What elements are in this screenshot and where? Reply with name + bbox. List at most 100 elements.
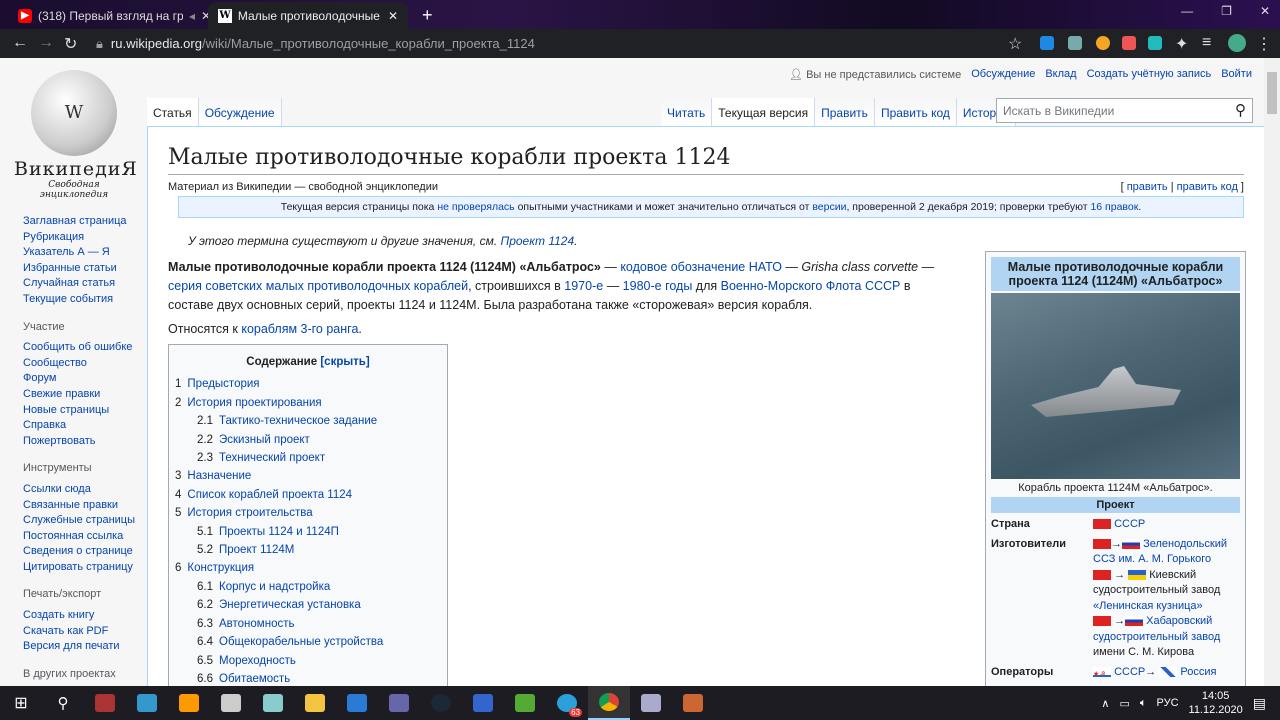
link[interactable]: серия советских малых противолодочных ко…: [168, 279, 468, 293]
tab-talk[interactable]: Обсуждение: [198, 98, 282, 126]
toc-item[interactable]: 6.4 Общекорабельные устройства: [175, 633, 441, 651]
app-icon[interactable]: [210, 686, 252, 720]
toc-link[interactable]: История проектирования: [187, 394, 321, 412]
toc-link[interactable]: История строительства: [187, 504, 312, 522]
link[interactable]: 16 правок: [1090, 201, 1138, 213]
toc-item[interactable]: 2.2 Эскизный проект: [175, 431, 441, 449]
link[interactable]: СССР: [1114, 518, 1145, 530]
wikipedia-logo[interactable]: W ВикипедиЯ Свободная энциклопедия: [14, 70, 137, 200]
link[interactable]: Хабаровский судостроительный завод: [1093, 615, 1220, 643]
toc-link[interactable]: Автономность: [219, 615, 294, 633]
new-tab-button[interactable]: +: [412, 2, 443, 29]
sidebar-link[interactable]: Ссылки сюда: [23, 482, 143, 498]
toc-item[interactable]: 6.6 Обитаемость: [175, 670, 441, 686]
toc-item[interactable]: 6.5 Мореходность: [175, 652, 441, 670]
volume-icon[interactable]: 🔈︎: [1140, 697, 1147, 710]
file-explorer-icon[interactable]: [294, 686, 336, 720]
sidebar-link[interactable]: Сообщество: [23, 356, 143, 372]
search-input[interactable]: Искать в Википедии ⚲: [996, 98, 1253, 123]
toc-item[interactable]: 6.1 Корпус и надстройка: [175, 578, 441, 596]
minecraft-icon[interactable]: [504, 686, 546, 720]
tab-read[interactable]: Читать: [661, 98, 713, 126]
link[interactable]: 1980-е годы: [623, 279, 693, 293]
toc-item[interactable]: 6.3 Автономность: [175, 615, 441, 633]
toc-item[interactable]: 5 История строительства: [175, 504, 441, 522]
browser-tab-youtube[interactable]: ▶ (318) Первый взгляд на гряз ◂ ✕: [8, 2, 221, 29]
steam-icon[interactable]: [420, 686, 462, 720]
app-icon[interactable]: [462, 686, 504, 720]
toc-link[interactable]: Энергетическая установка: [219, 596, 361, 614]
sidebar-link[interactable]: Пожертвовать: [23, 434, 143, 450]
link[interactable]: версии: [812, 201, 846, 213]
app-icon[interactable]: [126, 686, 168, 720]
toc-item[interactable]: 5.2 Проект 1124М: [175, 541, 441, 559]
tab-edit-source[interactable]: Править код: [874, 98, 957, 126]
chrome-icon[interactable]: [588, 686, 630, 720]
sidebar-link[interactable]: Сообщить об ошибке: [23, 340, 143, 356]
sidebar-link[interactable]: Создать книгу: [23, 608, 143, 624]
toc-link[interactable]: Тактико-техническое задание: [219, 412, 377, 430]
scrollbar[interactable]: [1264, 58, 1280, 686]
link[interactable]: кодовое обозначение НАТО: [620, 260, 782, 274]
sidebar-link[interactable]: Постоянная ссылка: [23, 529, 143, 545]
sidebar-link[interactable]: Свежие правки: [23, 387, 143, 403]
extension-icon[interactable]: [1040, 36, 1054, 50]
create-account-link[interactable]: Создать учётную запись: [1087, 68, 1212, 81]
extension-icon[interactable]: [1148, 36, 1162, 50]
edit-source-link[interactable]: править код: [1177, 181, 1238, 193]
browser-tab-wikipedia[interactable]: W Малые противолодочные корабл ✕: [208, 2, 408, 29]
sidebar-link[interactable]: Цитировать страницу: [23, 560, 143, 576]
avatar[interactable]: [1228, 34, 1246, 52]
link[interactable]: кораблям 3-го ранга: [241, 322, 358, 336]
toc-link[interactable]: Общекорабельные устройства: [219, 633, 383, 651]
close-window-button[interactable]: ✕: [1260, 4, 1270, 18]
back-icon[interactable]: ←: [12, 34, 28, 52]
link[interactable]: не проверялась: [437, 201, 514, 213]
sidebar-link[interactable]: Избранные статьи: [23, 261, 143, 277]
link[interactable]: 1970-е: [564, 279, 603, 293]
winrar-icon[interactable]: [84, 686, 126, 720]
sidebar-link[interactable]: Форум: [23, 371, 143, 387]
sidebar-link[interactable]: Новые страницы: [23, 403, 143, 419]
contributions-link[interactable]: Вклад: [1045, 68, 1076, 81]
talk-link[interactable]: Обсуждение: [971, 68, 1035, 81]
app-icon[interactable]: [672, 686, 714, 720]
sidebar-link[interactable]: Версия для печати: [23, 639, 143, 655]
edit-link[interactable]: править: [1127, 181, 1168, 193]
language-indicator[interactable]: РУС: [1156, 697, 1178, 709]
sidebar-link[interactable]: Случайная статья: [23, 276, 143, 292]
toc-item[interactable]: 1 Предыстория: [175, 375, 441, 393]
sidebar-link[interactable]: Справка: [23, 418, 143, 434]
toc-link[interactable]: Назначение: [187, 467, 251, 485]
search-icon[interactable]: ⚲: [42, 686, 84, 720]
sidebar-link[interactable]: Рубрикация: [23, 230, 143, 246]
link[interactable]: Проект 1124: [501, 234, 575, 248]
sidebar-link[interactable]: Заглавная страница: [23, 214, 143, 230]
ship-photo[interactable]: [991, 293, 1240, 479]
app-icon[interactable]: [252, 686, 294, 720]
login-link[interactable]: Войти: [1221, 68, 1252, 81]
toc-hide-link[interactable]: [скрыть]: [320, 356, 369, 368]
toc-item[interactable]: 6.2 Энергетическая установка: [175, 596, 441, 614]
toc-link[interactable]: Список кораблей проекта 1124: [187, 486, 352, 504]
extension-icon[interactable]: [1096, 36, 1110, 50]
url-input[interactable]: 🔒︎ ru.wikipedia.org/wiki/Малые_противоло…: [88, 32, 998, 55]
toc-link[interactable]: Проект 1124М: [219, 541, 294, 559]
sidebar-link[interactable]: Указатель А — Я: [23, 245, 143, 261]
reading-list-icon[interactable]: ≡: [1202, 34, 1211, 52]
toc-link[interactable]: Обитаемость: [219, 670, 290, 686]
network-icon[interactable]: ▭: [1119, 697, 1129, 710]
mail-icon[interactable]: [336, 686, 378, 720]
toc-item[interactable]: 3 Назначение: [175, 467, 441, 485]
tab-current-version[interactable]: Текущая версия: [712, 98, 816, 126]
devcpp-icon[interactable]: [378, 686, 420, 720]
toc-item[interactable]: 4 Список кораблей проекта 1124: [175, 486, 441, 504]
sidebar-link[interactable]: Сведения о странице: [23, 544, 143, 560]
minimize-button[interactable]: —: [1181, 4, 1193, 18]
toc-item[interactable]: 2.3 Технический проект: [175, 449, 441, 467]
extension-icon[interactable]: [1068, 36, 1082, 50]
bookmark-star-icon[interactable]: ☆: [1008, 34, 1022, 54]
toc-link[interactable]: Технический проект: [219, 449, 325, 467]
forward-icon[interactable]: →: [38, 34, 54, 52]
close-tab-icon[interactable]: ✕: [388, 9, 398, 23]
